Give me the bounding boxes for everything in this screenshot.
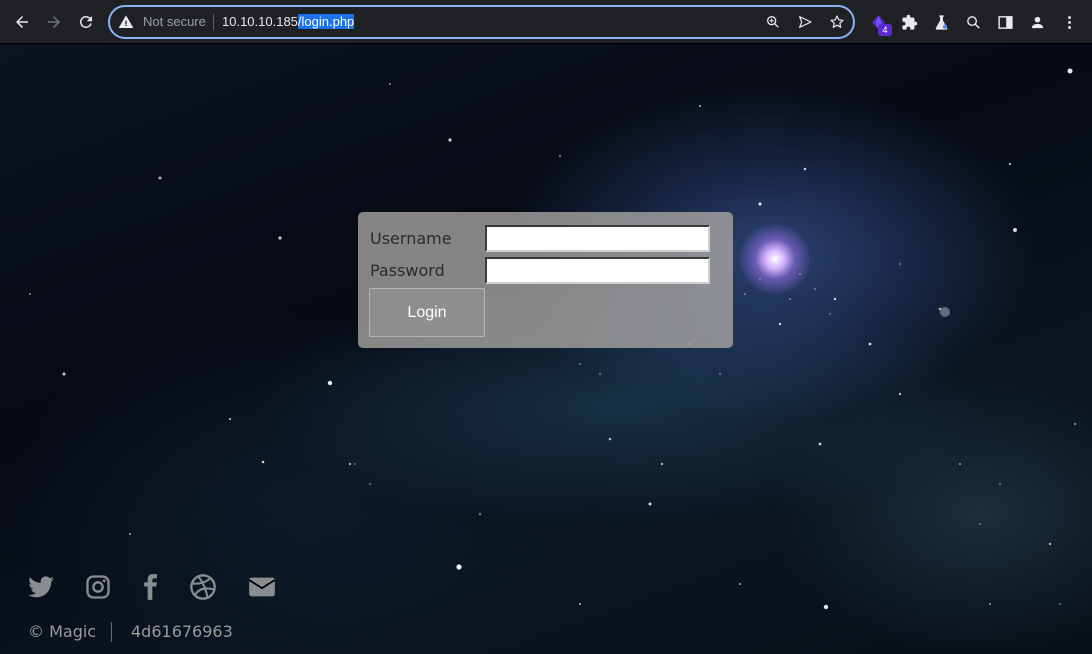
bookmark-button[interactable] bbox=[828, 13, 846, 31]
username-input[interactable] bbox=[485, 225, 710, 252]
address-bar[interactable]: Not secure 10.10.10.185/login.php bbox=[108, 5, 855, 39]
labs-button[interactable] bbox=[929, 10, 953, 34]
copyright-text: © Magic bbox=[28, 622, 97, 641]
facebook-link[interactable] bbox=[135, 573, 165, 601]
zoom-button[interactable] bbox=[764, 13, 782, 31]
side-panel-button[interactable] bbox=[993, 10, 1017, 34]
search-tabs-button[interactable] bbox=[961, 10, 985, 34]
url-path-selected: /login.php bbox=[297, 14, 355, 29]
reload-button[interactable] bbox=[72, 8, 100, 36]
forward-button[interactable] bbox=[40, 8, 68, 36]
starfield-background bbox=[29, 68, 1076, 610]
send-icon bbox=[799, 16, 812, 28]
arrow-right-icon bbox=[48, 16, 60, 28]
dribbble-icon bbox=[190, 574, 216, 600]
login-button[interactable]: Login bbox=[369, 288, 485, 337]
zoom-in-icon bbox=[767, 15, 779, 28]
url-host: 10.10.10.185 bbox=[222, 14, 298, 29]
send-to-device-button[interactable] bbox=[796, 13, 814, 31]
envelope-icon bbox=[248, 577, 276, 597]
email-link[interactable] bbox=[247, 573, 277, 601]
dribbble-link[interactable] bbox=[188, 573, 218, 601]
flask-icon bbox=[935, 14, 947, 30]
username-label: Username bbox=[370, 229, 452, 248]
password-input[interactable] bbox=[485, 257, 710, 284]
page-viewport: Username Password Login © Magic 4d616769… bbox=[0, 44, 1092, 654]
footer-divider bbox=[111, 622, 112, 642]
url-text[interactable]: 10.10.10.185/login.php bbox=[222, 14, 355, 30]
more-vertical-icon bbox=[1067, 15, 1071, 29]
login-form: Username Password Login bbox=[358, 212, 733, 348]
arrow-left-icon bbox=[16, 16, 28, 28]
instagram-icon bbox=[86, 575, 110, 599]
password-label: Password bbox=[370, 261, 445, 280]
extension-badge: 4 bbox=[878, 24, 892, 36]
puzzle-icon bbox=[901, 14, 917, 30]
instagram-link[interactable] bbox=[83, 573, 113, 601]
facebook-icon bbox=[144, 574, 157, 600]
profile-button[interactable] bbox=[1025, 10, 1049, 34]
browser-toolbar: Not secure 10.10.10.185/login.php 4 bbox=[0, 0, 1092, 44]
footer-code: 4d61676963 bbox=[131, 622, 233, 641]
browser-menu-button[interactable] bbox=[1057, 10, 1081, 34]
user-icon bbox=[1031, 16, 1043, 28]
side-panel-icon bbox=[997, 15, 1013, 29]
warning-icon[interactable] bbox=[118, 14, 134, 30]
twitter-link[interactable] bbox=[26, 573, 56, 601]
star-icon bbox=[830, 15, 844, 28]
extensions-menu-button[interactable] bbox=[897, 10, 921, 34]
security-status[interactable]: Not secure bbox=[143, 14, 206, 30]
twitter-icon bbox=[28, 576, 54, 598]
search-icon bbox=[966, 15, 980, 29]
back-button[interactable] bbox=[8, 8, 36, 36]
reload-icon bbox=[79, 15, 92, 28]
address-divider bbox=[213, 14, 214, 30]
